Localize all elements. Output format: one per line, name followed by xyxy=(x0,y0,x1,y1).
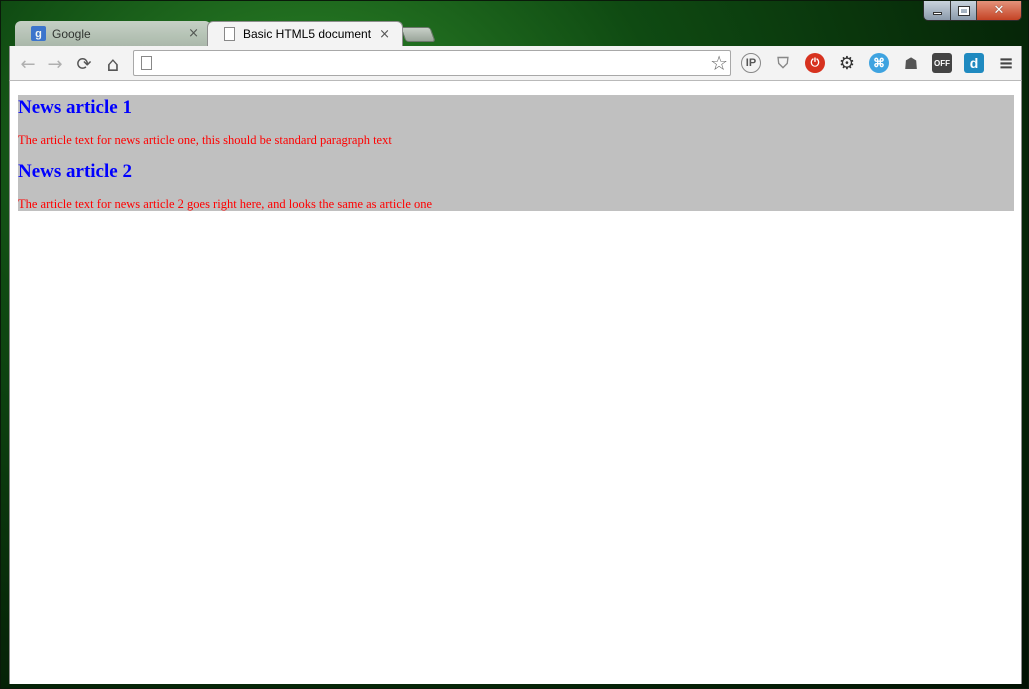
home-icon: ⌂ xyxy=(106,52,120,76)
article-heading: News article 1 xyxy=(18,97,132,118)
close-icon: ✕ xyxy=(993,3,1005,18)
tab-title: Google xyxy=(52,26,91,41)
page-favicon-icon xyxy=(224,27,235,41)
window-controls: ✕ xyxy=(923,1,1022,21)
home-button[interactable]: ⌂ xyxy=(101,52,125,76)
reload-icon: ⟳ xyxy=(76,53,92,75)
article-text: The article text for news article 2 goes… xyxy=(18,197,433,211)
shield-extension-icon[interactable]: ⛉ xyxy=(773,53,793,73)
google-favicon-icon: g xyxy=(31,26,46,41)
address-input[interactable] xyxy=(160,53,700,73)
new-tab-button[interactable] xyxy=(400,27,436,42)
tab-strip: g Google × Basic HTML5 document × xyxy=(9,21,1022,46)
minimize-button[interactable] xyxy=(924,1,951,20)
back-button[interactable]: ← xyxy=(16,52,40,76)
tab-basic-html5-document[interactable]: Basic HTML5 document × xyxy=(207,21,403,46)
browser-window: ✕ g Google × Basic HTML5 document × ← → … xyxy=(0,0,1029,689)
maximize-button[interactable] xyxy=(951,1,977,20)
address-bar[interactable]: ☆ xyxy=(133,50,731,76)
command-extension-icon[interactable]: ⌘ xyxy=(869,53,889,73)
gear-extension-icon[interactable]: ⚙ xyxy=(837,53,857,74)
forward-arrow-icon: → xyxy=(47,53,63,75)
tab-title: Basic HTML5 document xyxy=(243,27,372,41)
close-window-button[interactable]: ✕ xyxy=(977,1,1021,20)
page-icon xyxy=(141,56,152,70)
article-heading: News article 2 xyxy=(18,161,132,182)
ip-extension-icon[interactable]: IP xyxy=(741,53,761,73)
tab-close-icon[interactable]: × xyxy=(188,26,199,41)
tab-google[interactable]: g Google × xyxy=(15,21,211,46)
bookmark-star-icon[interactable]: ☆ xyxy=(710,51,728,75)
page-viewport: News article 1 The article text for news… xyxy=(9,81,1022,684)
ghost-extension-icon[interactable]: ☗ xyxy=(901,53,921,73)
tab-close-icon[interactable]: × xyxy=(379,27,390,42)
articles-section: News article 1 The article text for news… xyxy=(18,95,1014,211)
minimize-icon xyxy=(932,12,942,15)
menu-icon[interactable]: ≡ xyxy=(996,53,1016,74)
forward-button[interactable]: → xyxy=(43,52,67,76)
d-extension-icon[interactable]: d xyxy=(964,53,984,73)
off-extension-icon[interactable]: OFF xyxy=(932,53,952,73)
browser-toolbar: ← → ⟳ ⌂ ☆ IP ⛉ ⏻ ⚙ ⌘ ☗ OFF d ≡ xyxy=(9,46,1022,81)
power-extension-icon[interactable]: ⏻ xyxy=(805,53,825,73)
reload-button[interactable]: ⟳ xyxy=(72,52,96,76)
maximize-icon xyxy=(957,5,970,16)
back-arrow-icon: ← xyxy=(20,53,36,75)
article-text: The article text for news article one, t… xyxy=(18,133,392,147)
